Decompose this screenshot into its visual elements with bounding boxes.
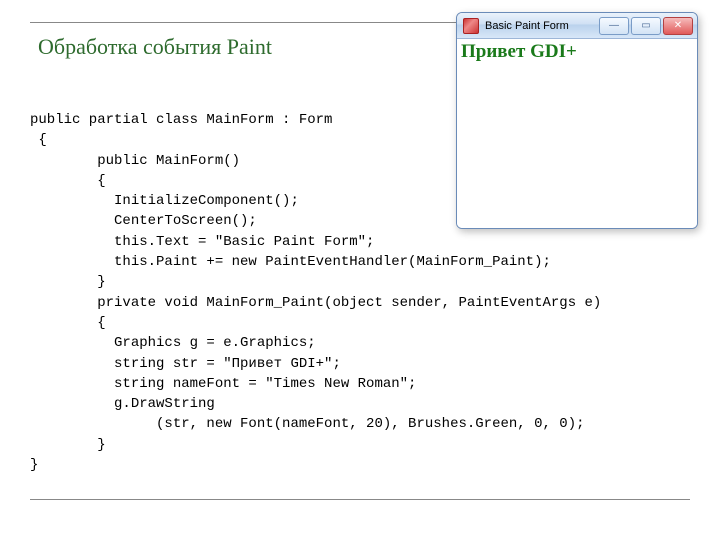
minimize-icon: —	[609, 20, 619, 31]
close-button[interactable]: ✕	[663, 17, 693, 35]
maximize-icon: ▭	[641, 20, 650, 31]
window-titlebar[interactable]: Basic Paint Form — ▭ ✕	[457, 13, 697, 39]
drawn-string: Привет GDI+	[461, 41, 577, 63]
maximize-button[interactable]: ▭	[631, 17, 661, 35]
slide: Обработка события Paint public partial c…	[0, 0, 720, 540]
window-basic-paint-form: Basic Paint Form — ▭ ✕ Привет GDI+	[456, 12, 698, 229]
minimize-button[interactable]: —	[599, 17, 629, 35]
window-title: Basic Paint Form	[485, 20, 599, 32]
page-title: Обработка события Paint	[38, 34, 272, 60]
app-icon	[463, 18, 479, 34]
window-client-area: Привет GDI+	[457, 39, 697, 228]
window-buttons: — ▭ ✕	[599, 17, 693, 35]
close-icon: ✕	[674, 20, 682, 31]
divider-bottom	[30, 499, 690, 500]
